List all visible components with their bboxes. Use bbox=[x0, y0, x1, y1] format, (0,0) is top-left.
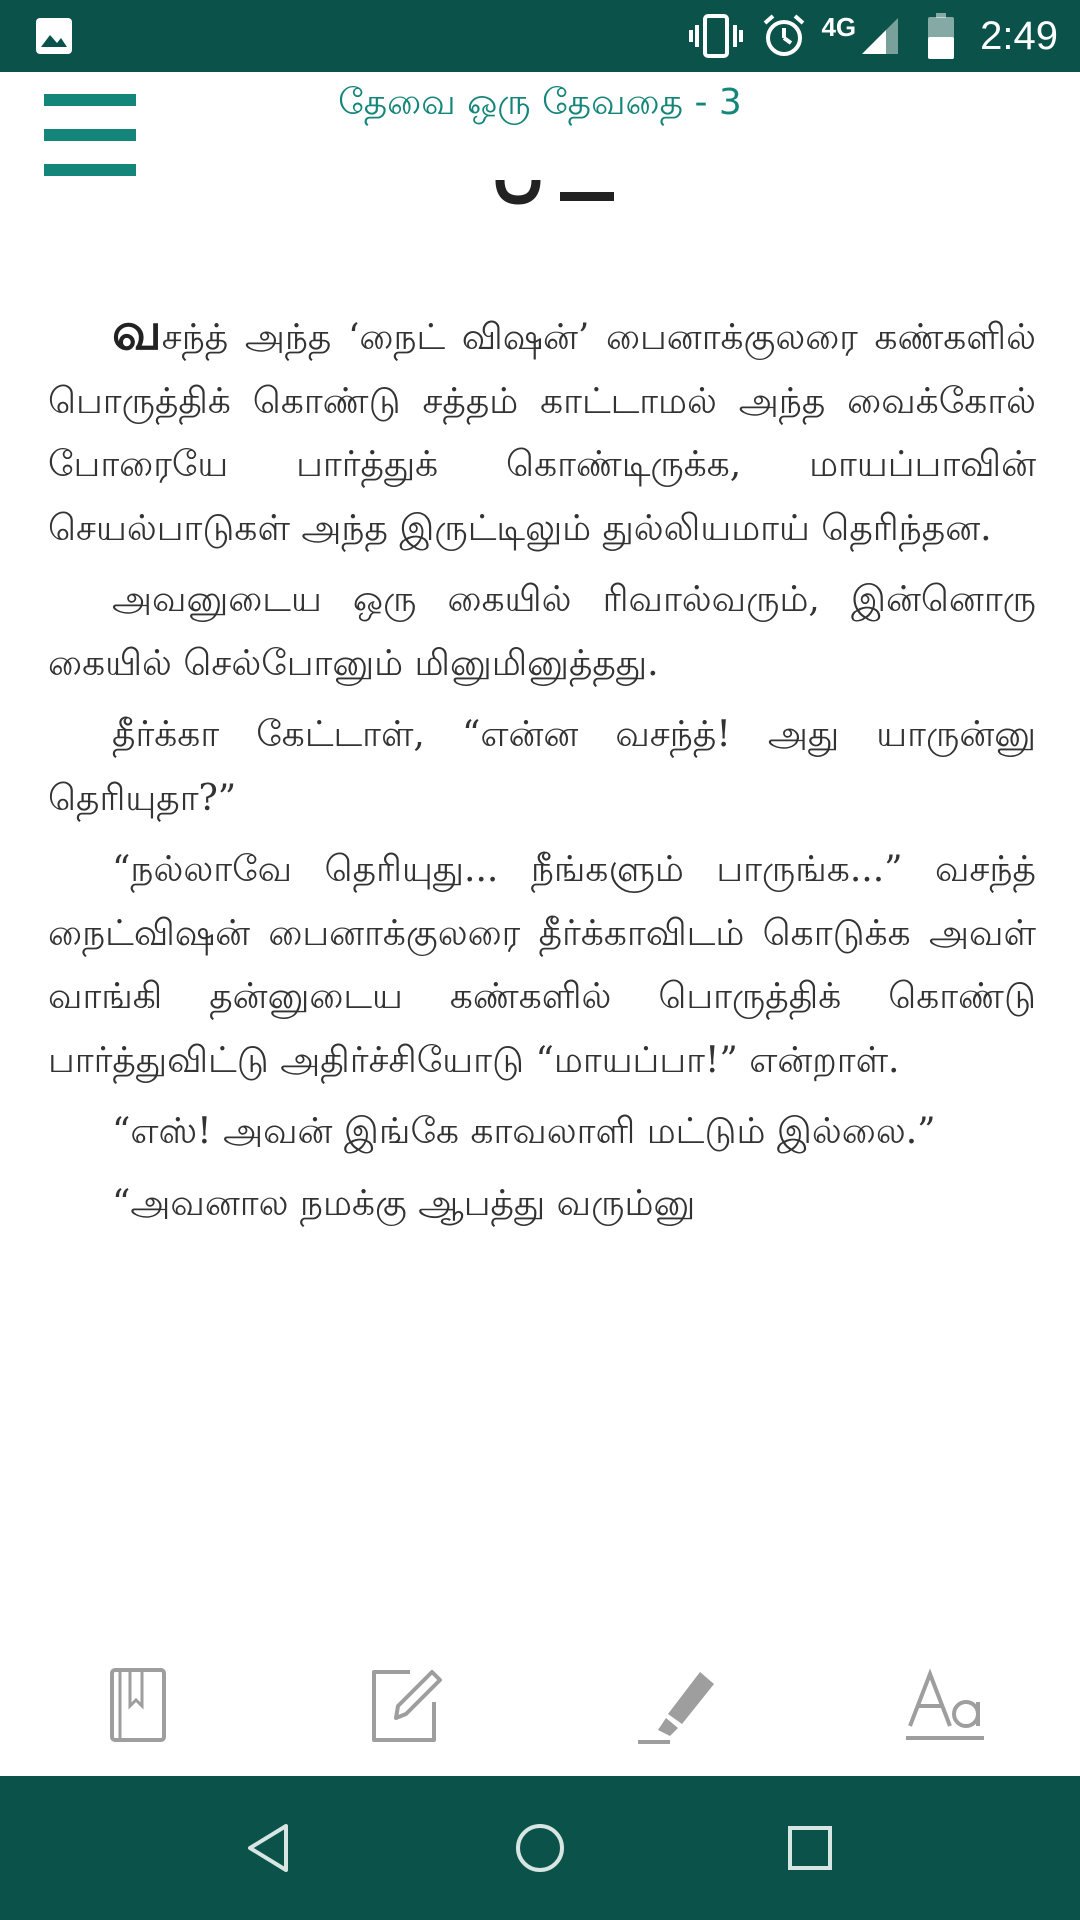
status-bar: 4G 2:49 bbox=[0, 0, 1080, 72]
drop-letter: வ bbox=[112, 301, 162, 362]
paragraph: தீர்க்கா கேட்டாள், “என்ன வசந்த்! அது யார… bbox=[48, 714, 1036, 819]
recents-square-icon[interactable] bbox=[780, 1818, 840, 1878]
app-header: தேவை ஒரு தேவதை - 3 bbox=[0, 72, 1080, 176]
paragraph: அவனுடைய ஒரு கையில் ரிவால்வரும், இன்னொரு … bbox=[48, 579, 1036, 684]
reader-content: வசந்த் அந்த ‘நைட் விஷன்’ பைனாக்குலரை கண்… bbox=[48, 300, 1036, 1600]
chapter-heading-partial bbox=[470, 180, 620, 206]
alarm-icon bbox=[761, 13, 807, 59]
battery-icon bbox=[928, 13, 955, 59]
status-icons: 4G 2:49 bbox=[689, 0, 1058, 72]
book-title: தேவை ஒரு தேவதை - 3 bbox=[338, 82, 742, 123]
network-type-label: 4G bbox=[821, 11, 857, 42]
paragraph: “நல்லாவே தெரியுது... நீங்களும் பாருங்க..… bbox=[48, 849, 1036, 1081]
system-navigation-bar bbox=[0, 1776, 1080, 1920]
paragraph: “அவனால நமக்கு ஆபத்து வரும்னு bbox=[112, 1182, 696, 1224]
font-size-icon[interactable] bbox=[900, 1658, 990, 1748]
clock: 2:49 bbox=[980, 13, 1058, 58]
paragraph: “எஸ்! அவன் இங்கே காவலாளி மட்டும் இல்லை.” bbox=[112, 1111, 936, 1152]
bookmark-book-icon[interactable] bbox=[94, 1658, 184, 1748]
vibrate-icon bbox=[689, 13, 744, 59]
home-circle-icon[interactable] bbox=[510, 1818, 570, 1878]
highlighter-icon[interactable] bbox=[630, 1658, 720, 1748]
edit-note-icon[interactable] bbox=[360, 1658, 450, 1748]
paragraph: வசந்த் அந்த ‘நைட் விஷன்’ பைனாக்குலரை கண்… bbox=[48, 301, 1036, 549]
menu-hamburger-icon[interactable] bbox=[44, 94, 136, 176]
back-triangle-icon[interactable] bbox=[240, 1818, 300, 1878]
signal-icon bbox=[860, 16, 900, 56]
gallery-notification-icon bbox=[34, 16, 74, 56]
reader-toolbar bbox=[0, 1630, 1080, 1776]
